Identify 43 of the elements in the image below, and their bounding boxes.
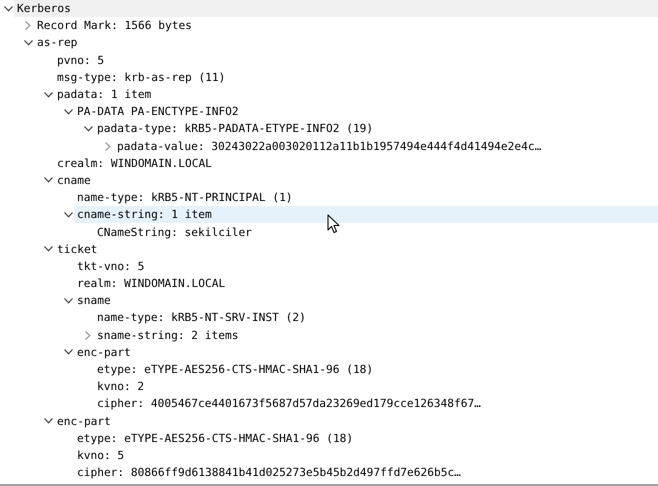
tree-item[interactable]: name-type: kRB5-NT-PRINCIPAL (1) <box>74 189 658 206</box>
tree-item[interactable]: msg-type: krb-as-rep (11) <box>54 68 658 86</box>
tree-item[interactable]: enc-part <box>54 412 658 430</box>
tree-item[interactable]: sname <box>74 292 658 310</box>
tree-item[interactable]: ticket <box>54 240 658 258</box>
tree-item[interactable]: etype: eTYPE-AES256-CTS-HMAC-SHA1-96 (18) <box>74 430 658 447</box>
chevron-down-icon[interactable] <box>64 298 72 304</box>
chevron-down-icon[interactable] <box>4 6 12 12</box>
chevron-down-icon[interactable] <box>24 40 32 46</box>
tree-item[interactable]: pvno: 5 <box>54 52 658 69</box>
chevron-down-icon[interactable] <box>84 126 92 132</box>
mouse-pointer-icon <box>327 214 340 234</box>
tree-item[interactable]: as-rep <box>34 34 658 52</box>
chevron-right-icon[interactable] <box>85 330 91 340</box>
tree-item[interactable]: realm: WINDOMAIN.LOCAL <box>74 275 658 292</box>
tree-item[interactable]: kvno: 5 <box>74 446 658 464</box>
tree-item[interactable]: cname-string: 1 item <box>74 206 658 224</box>
chevron-down-icon[interactable] <box>44 92 52 98</box>
tree-item[interactable]: enc-part <box>74 344 658 361</box>
tree-item[interactable]: Kerberos <box>14 0 658 18</box>
chevron-down-icon[interactable] <box>64 349 72 356</box>
tree-item[interactable]: cname <box>54 172 658 190</box>
tree-item[interactable]: padata: 1 item <box>54 86 658 104</box>
tree-item[interactable]: Record Mark: 1566 bytes <box>34 17 658 34</box>
tree-item[interactable]: PA-DATA PA-ENCTYPE-INFO2 <box>74 103 658 120</box>
tree-item[interactable]: CNameString: sekilciler <box>94 223 658 241</box>
tree-item[interactable]: crealm: WINDOMAIN.LOCAL <box>54 154 658 172</box>
tree-item[interactable]: padata-value: 30243022a003020112a11b1b1957494e444f4d41494e2e4c… <box>114 138 658 155</box>
tree-item[interactable]: tkt-vno: 5 <box>74 258 658 275</box>
tree-item[interactable]: etype: eTYPE-AES256-CTS-HMAC-SHA1-96 (18) <box>94 360 658 378</box>
chevron-down-icon[interactable] <box>44 177 52 184</box>
tree-item[interactable]: cipher: 4005467ce4401673f5687d57da23269ed179cce126348f67… <box>94 395 658 412</box>
chevron-right-icon[interactable] <box>105 142 111 151</box>
tree-item[interactable]: name-type: kRB5-NT-SRV-INST (2) <box>94 309 658 327</box>
tree-item[interactable]: kvno: 2 <box>94 378 658 396</box>
tree-item[interactable]: padata-type: kRB5-PADATA-ETYPE-INFO2 (19) <box>94 120 658 138</box>
tree-item[interactable]: cipher: 80866ff9d6138841b41d025273e5b45b2d497ffd7e626b5c… <box>74 464 658 482</box>
chevron-down-icon[interactable] <box>64 108 72 115</box>
chevron-down-icon[interactable] <box>44 418 52 424</box>
chevron-right-icon[interactable] <box>25 21 31 30</box>
chevron-down-icon[interactable] <box>64 212 72 218</box>
chevron-down-icon[interactable] <box>44 246 52 252</box>
tree-item[interactable]: sname-string: 2 items <box>94 326 658 344</box>
